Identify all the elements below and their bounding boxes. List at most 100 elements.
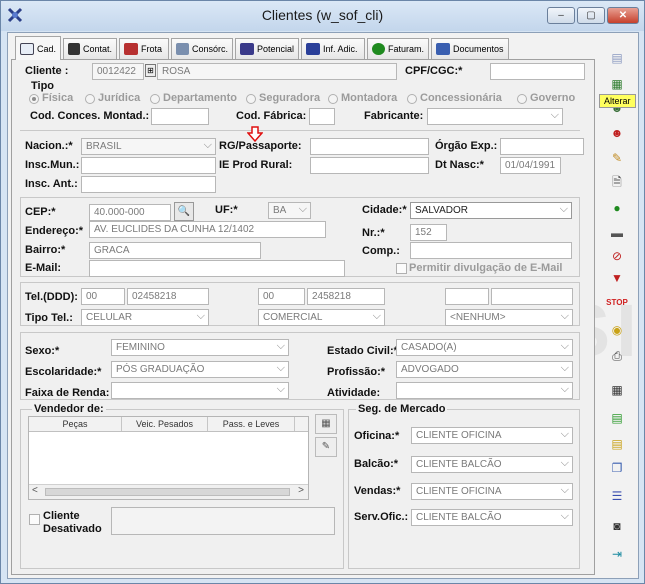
grid-remove-icon[interactable]: ✎ [315, 437, 337, 457]
tipo-concessionaria-radio[interactable] [407, 94, 417, 104]
doc-yellow-icon[interactable]: ▤ [605, 433, 629, 455]
estado-civil-select[interactable]: CASADO(A) [396, 339, 573, 356]
tipo-departamento-radio[interactable] [150, 94, 160, 104]
tab-label: Consórc. [191, 44, 228, 54]
print-preview-icon[interactable]: 🗎 [605, 172, 629, 194]
ddd2-field[interactable]: 00 [258, 288, 305, 305]
id-card-icon[interactable]: ⊞ [145, 64, 156, 77]
tipo-governo-radio[interactable] [517, 94, 527, 104]
tab-consorc[interactable]: Consórc. [171, 38, 233, 59]
email-field[interactable] [89, 260, 345, 277]
scroll-thumb[interactable] [45, 488, 290, 496]
tipo-option-label: Seguradora [259, 92, 321, 104]
cidade-select[interactable]: SALVADOR [410, 202, 572, 219]
tab-cad[interactable]: Cad. [15, 36, 61, 60]
new-record-icon[interactable]: ▤ [605, 47, 629, 69]
doc-green-icon[interactable]: ▤ [605, 407, 629, 429]
edit-table-icon[interactable]: ▦ [605, 73, 629, 95]
money-icon[interactable]: ● [605, 197, 629, 219]
tipo-tel2-select[interactable]: COMERCIAL [258, 309, 385, 326]
tel3-field[interactable] [491, 288, 573, 305]
horizontal-scrollbar[interactable]: < > [29, 484, 308, 499]
cliente-desativado-checkbox[interactable] [29, 514, 40, 525]
stop-note-icon[interactable]: ⊘ [605, 245, 629, 267]
email-label: E-Mail: [25, 262, 62, 274]
oficina-select[interactable]: CLIENTE OFICINA [411, 427, 573, 444]
exit-icon[interactable]: ⇥ [605, 543, 629, 565]
list-icon[interactable]: ☰ [605, 485, 629, 507]
tab-contat[interactable]: Contat. [63, 38, 117, 59]
cpf-field[interactable] [490, 63, 585, 80]
documents-icon [436, 43, 450, 55]
printer-icon[interactable]: ⎙ [605, 345, 629, 367]
minimize-button[interactable]: – [547, 7, 575, 24]
tipo-juridica-radio[interactable] [85, 94, 95, 104]
profissao-select[interactable]: ADVOGADO [396, 361, 573, 378]
close-button[interactable]: ✕ [607, 7, 639, 24]
tipo-fisica-radio[interactable] [29, 94, 39, 104]
estado-civil-label: Estado Civil:* [327, 345, 398, 357]
uf-select[interactable]: BA [268, 202, 311, 219]
endereco-field[interactable]: AV. EUCLIDES DA CUNHA 12/1402 [89, 221, 326, 238]
faixa-renda-select[interactable] [111, 382, 289, 399]
atividade-select[interactable] [396, 382, 573, 399]
tab-label: Frota [141, 44, 163, 54]
tipo-tel1-select[interactable]: CELULAR [81, 309, 209, 326]
calendar-icon[interactable]: ▦ [605, 379, 629, 401]
insc-mun-field[interactable] [81, 157, 216, 174]
dt-nasc-field[interactable]: 01/04/1991 [500, 157, 561, 174]
thumbs-down-icon[interactable]: ▼ [605, 267, 629, 289]
ddd3-field[interactable] [445, 288, 489, 305]
user-red-icon[interactable]: ☻ [605, 122, 629, 144]
tipo-option-label: Departamento [163, 92, 237, 104]
car-icon[interactable]: ▬ [605, 222, 629, 244]
tel1-field[interactable]: 02458218 [127, 288, 209, 305]
orgao-field[interactable] [500, 138, 584, 155]
nr-field[interactable]: 152 [410, 224, 447, 241]
camera-icon[interactable]: ◙ [605, 515, 629, 537]
rg-field[interactable] [310, 138, 429, 155]
faixa-renda-label: Faixa de Renda: [25, 387, 110, 399]
scroll-left-icon[interactable]: < [32, 485, 38, 496]
desativado-reason-field[interactable] [111, 507, 335, 535]
tab-inf-adic[interactable]: Inf. Adic. [301, 38, 365, 59]
coins-icon[interactable]: ◉ [605, 319, 629, 341]
tipo-option-label: Concessionária [420, 92, 502, 104]
scroll-right-icon[interactable]: > [298, 485, 304, 496]
cliente-name-field[interactable]: ROSA [157, 63, 397, 80]
cod-conces-field[interactable] [151, 108, 209, 125]
tab-label: Documentos [453, 44, 504, 54]
stop-icon[interactable]: STOP [605, 291, 629, 313]
vendedor-grid[interactable]: Peças Veic. Pesados Pass. e Leves < > [28, 416, 309, 500]
cliente-code-field[interactable]: 0012422 [92, 63, 144, 80]
comp-field[interactable] [410, 242, 572, 259]
ddd1-field[interactable]: 00 [81, 288, 125, 305]
tipo-seguradora-radio[interactable] [246, 94, 256, 104]
escolaridade-select[interactable]: PÓS GRADUAÇÃO [111, 361, 289, 378]
vendas-select[interactable]: CLIENTE OFICINA [411, 483, 573, 500]
serv-ofic-select[interactable]: CLIENTE BALCÃO [411, 509, 573, 526]
cod-fabrica-field[interactable] [309, 108, 335, 125]
copy-icon[interactable]: ❐ [605, 457, 629, 479]
cliente-desativado-label: Cliente Desativado [43, 510, 102, 535]
search-cep-icon[interactable]: 🔍 [174, 202, 194, 221]
tel2-field[interactable]: 2458218 [307, 288, 385, 305]
tab-frota[interactable]: Frota [119, 38, 169, 59]
tab-documentos[interactable]: Documentos [431, 38, 509, 59]
nacion-select[interactable]: BRASIL [81, 138, 216, 155]
tab-potencial[interactable]: Potencial [235, 38, 299, 59]
insc-ant-field[interactable] [81, 176, 216, 193]
tipo-montadora-radio[interactable] [328, 94, 338, 104]
fabricante-select[interactable] [427, 108, 563, 125]
sexo-select[interactable]: FEMININO [111, 339, 289, 356]
grid-add-icon[interactable]: ▦ [315, 414, 337, 434]
tipo-tel3-select[interactable]: <NENHUM> [445, 309, 573, 326]
ie-field[interactable] [310, 157, 429, 174]
cep-field[interactable]: 40.000-000 [89, 204, 171, 221]
permit-email-checkbox[interactable] [396, 263, 407, 274]
eraser-icon[interactable]: ✎ [605, 147, 629, 169]
restore-button[interactable]: ▢ [577, 7, 605, 24]
balcao-select[interactable]: CLIENTE BALCÃO [411, 456, 573, 473]
tab-faturam[interactable]: Faturam. [367, 38, 429, 59]
bairro-field[interactable]: GRACA [89, 242, 261, 259]
